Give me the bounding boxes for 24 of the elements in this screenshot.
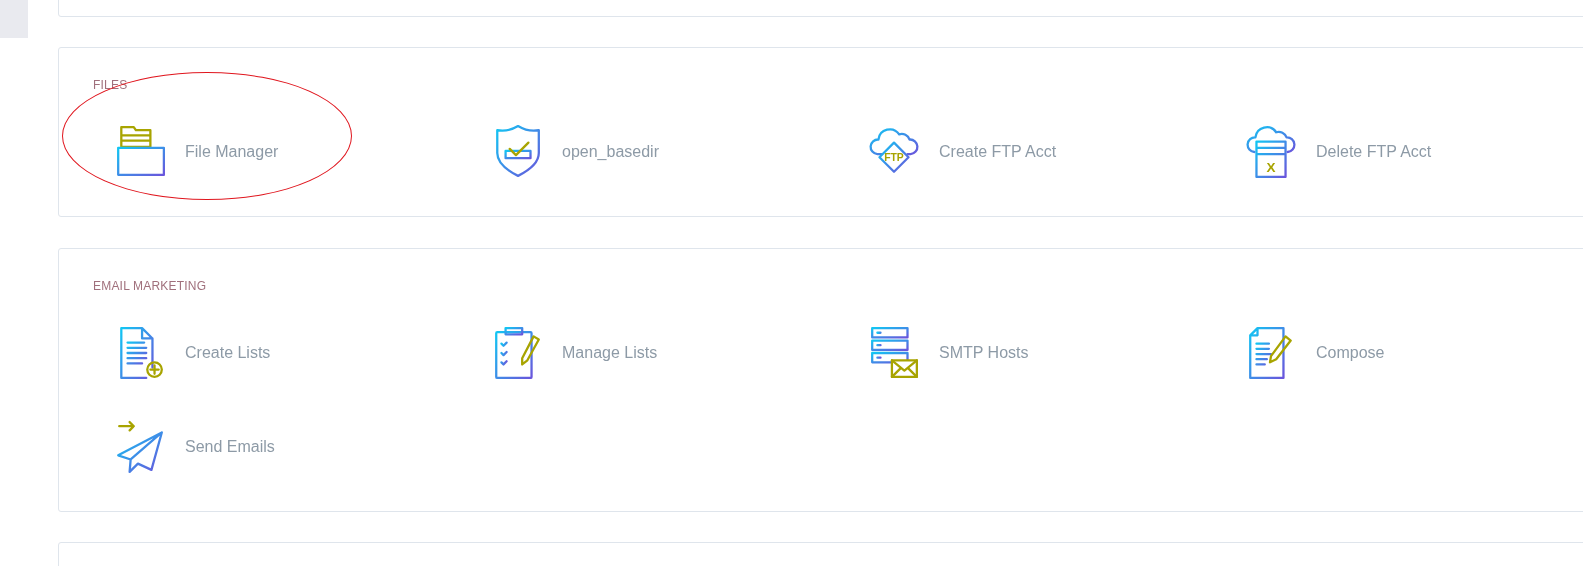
tool-link[interactable]: SMTP Hosts bbox=[869, 326, 1029, 380]
tool-link[interactable]: FTP Create FTP Acct bbox=[869, 125, 1057, 179]
tool-label: Manage Lists bbox=[562, 343, 658, 363]
tool-link[interactable]: Compose bbox=[1246, 326, 1385, 380]
tool-label: SMTP Hosts bbox=[939, 343, 1029, 363]
tool-label: open_basedir bbox=[562, 142, 659, 162]
tool-link[interactable]: Send Emails bbox=[115, 420, 275, 474]
paper-plane-icon bbox=[115, 420, 165, 474]
server-envelope-icon bbox=[869, 326, 919, 380]
section-heading: EMAIL MARKETING bbox=[93, 278, 208, 294]
tool-label: Create Lists bbox=[185, 343, 271, 363]
tool-label: Delete FTP Acct bbox=[1316, 142, 1432, 162]
tool-link[interactable]: open_basedir bbox=[492, 125, 659, 179]
tool-link[interactable]: File Manager bbox=[115, 125, 279, 179]
tool-label: Send Emails bbox=[185, 437, 275, 457]
tool-link[interactable]: X Delete FTP Acct bbox=[1246, 125, 1432, 179]
tool-label: Compose bbox=[1316, 343, 1385, 363]
tool-label: File Manager bbox=[185, 142, 279, 162]
clipboard-pencil-icon bbox=[492, 326, 542, 380]
tool-label: Create FTP Acct bbox=[939, 142, 1057, 162]
section-heading: FILES bbox=[93, 77, 129, 93]
tool-link[interactable]: Manage Lists bbox=[492, 326, 658, 380]
tool-link[interactable]: Create Lists bbox=[115, 326, 271, 380]
file-drawer-icon bbox=[115, 125, 165, 179]
